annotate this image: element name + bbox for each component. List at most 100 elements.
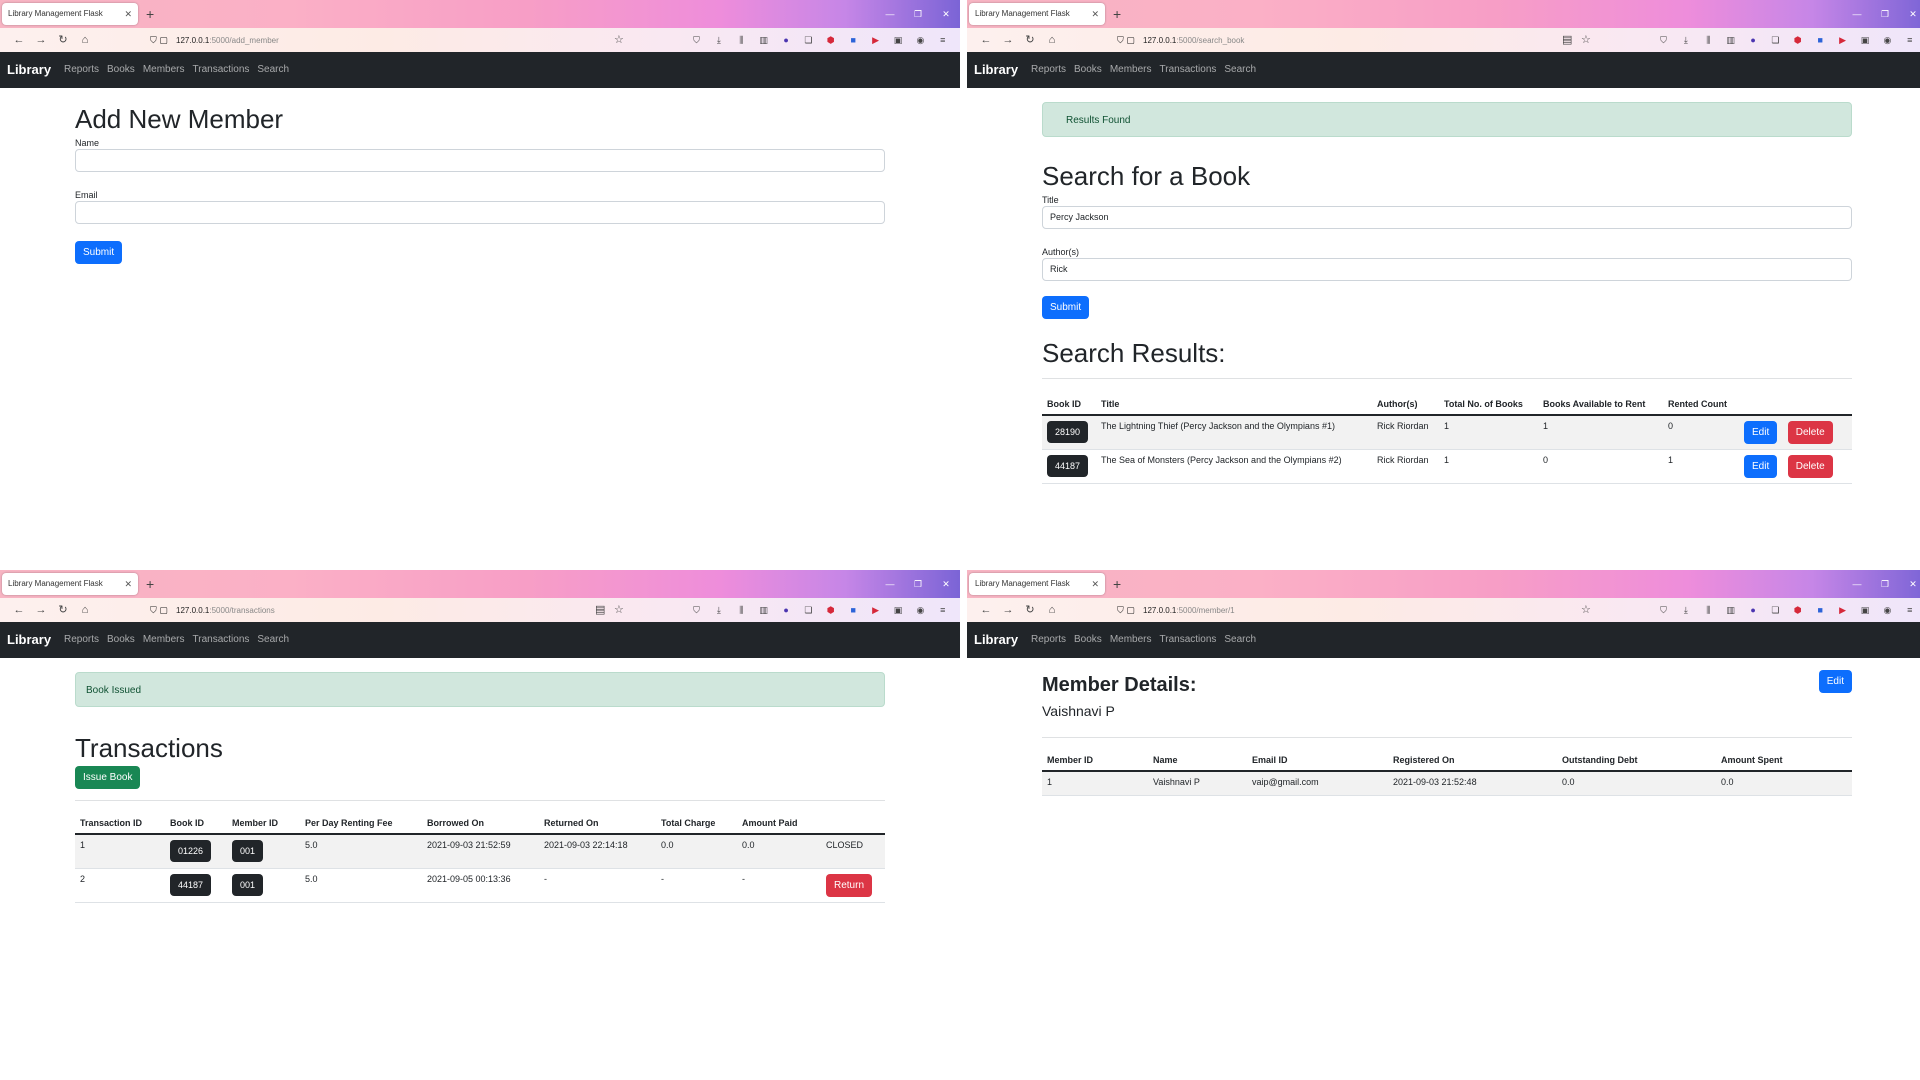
close-tab-icon[interactable]: ✕ [1091, 3, 1099, 25]
home-icon[interactable]: ⌂ [1041, 598, 1063, 622]
forward-arrow-icon[interactable]: → [997, 28, 1019, 52]
nav-reports[interactable]: Reports [1031, 622, 1066, 658]
address-bar[interactable]: ⛉ ▢ 127.0.0.1:5000/member/1 [1117, 598, 1235, 623]
download-icon[interactable]: ⤓ [1675, 35, 1697, 46]
menu-icon[interactable]: ≡ [1899, 605, 1920, 615]
nav-members[interactable]: Members [143, 52, 185, 88]
delete-button[interactable]: Delete [1787, 421, 1833, 444]
brand-link[interactable]: Library [7, 622, 51, 658]
menu-icon[interactable]: ≡ [932, 605, 954, 615]
profile-icon[interactable]: ◉ [909, 35, 931, 46]
submit-button[interactable]: Submit [75, 241, 123, 264]
library-icon[interactable]: ⫼ [730, 35, 752, 46]
submit-button[interactable]: Submit [1042, 296, 1090, 319]
close-tab-icon[interactable]: ✕ [124, 3, 132, 25]
back-arrow-icon[interactable]: ← [975, 28, 997, 52]
vpn-icon[interactable]: ● [1742, 35, 1764, 45]
nav-members[interactable]: Members [1110, 622, 1152, 658]
bookmark-star-icon[interactable]: ☆ [1581, 28, 1591, 52]
screenshot-icon[interactable]: ❏ [1764, 605, 1786, 616]
nav-search[interactable]: Search [257, 622, 289, 658]
youtube-icon[interactable]: ▶ [1831, 605, 1853, 616]
youtube-icon[interactable]: ▶ [864, 605, 886, 616]
nav-search[interactable]: Search [257, 52, 289, 88]
nav-members[interactable]: Members [143, 622, 185, 658]
minimize-icon[interactable]: — [1843, 570, 1871, 598]
youtube-icon[interactable]: ▶ [1831, 35, 1853, 46]
restore-icon[interactable]: ❐ [904, 0, 932, 28]
reader-view-icon[interactable]: ▤ [1562, 28, 1572, 52]
address-bar[interactable]: ⛉ ▢ 127.0.0.1:5000/add_member [150, 28, 279, 53]
container-icon[interactable]: ▣ [1854, 35, 1876, 46]
reader-view-icon[interactable]: ▤ [595, 598, 605, 622]
nav-search[interactable]: Search [1224, 622, 1256, 658]
browser-tab[interactable]: Library Management Flask ✕ [2, 573, 138, 595]
extension-icon[interactable]: ■ [842, 35, 864, 45]
adblock-icon[interactable]: ⬢ [820, 605, 842, 616]
container-icon[interactable]: ▣ [887, 605, 909, 616]
return-button[interactable]: Return [826, 873, 873, 897]
sidebar-icon[interactable]: ▥ [752, 605, 774, 616]
screenshot-icon[interactable]: ❏ [797, 35, 819, 46]
back-arrow-icon[interactable]: ← [8, 28, 30, 52]
library-icon[interactable]: ⫼ [1697, 35, 1719, 46]
back-arrow-icon[interactable]: ← [975, 598, 997, 622]
restore-icon[interactable]: ❐ [1871, 0, 1899, 28]
container-icon[interactable]: ▣ [1854, 605, 1876, 616]
extension-icon[interactable]: ■ [1809, 605, 1831, 615]
close-tab-icon[interactable]: ✕ [1091, 573, 1099, 595]
nav-transactions[interactable]: Transactions [193, 52, 250, 88]
title-input[interactable]: Percy Jackson [1042, 206, 1852, 229]
profile-icon[interactable]: ◉ [1876, 35, 1898, 46]
adblock-icon[interactable]: ⬢ [1787, 605, 1809, 616]
home-icon[interactable]: ⌂ [74, 598, 96, 622]
vpn-icon[interactable]: ● [775, 35, 797, 45]
reload-icon[interactable]: ↻ [1019, 598, 1041, 622]
reload-icon[interactable]: ↻ [52, 598, 74, 622]
reload-icon[interactable]: ↻ [52, 28, 74, 52]
download-icon[interactable]: ⤓ [1675, 605, 1697, 616]
nav-transactions[interactable]: Transactions [1160, 622, 1217, 658]
bookmark-star-icon[interactable]: ☆ [614, 598, 624, 622]
nav-books[interactable]: Books [107, 52, 135, 88]
download-icon[interactable]: ⤓ [708, 35, 730, 46]
edit-button[interactable]: Edit [1818, 670, 1852, 693]
close-window-icon[interactable]: ✕ [1899, 0, 1920, 28]
close-window-icon[interactable]: ✕ [932, 0, 960, 28]
close-tab-icon[interactable]: ✕ [124, 573, 132, 595]
forward-arrow-icon[interactable]: → [30, 28, 52, 52]
bookmark-star-icon[interactable]: ☆ [614, 28, 624, 52]
new-tab-icon[interactable]: + [146, 573, 154, 595]
container-icon[interactable]: ▣ [887, 35, 909, 46]
reload-icon[interactable]: ↻ [1019, 28, 1041, 52]
nav-books[interactable]: Books [1074, 622, 1102, 658]
library-icon[interactable]: ⫼ [1697, 605, 1719, 616]
youtube-icon[interactable]: ▶ [864, 35, 886, 46]
screenshot-icon[interactable]: ❏ [797, 605, 819, 616]
profile-icon[interactable]: ◉ [1876, 605, 1898, 616]
profile-icon[interactable]: ◉ [909, 605, 931, 616]
new-tab-icon[interactable]: + [146, 3, 154, 25]
address-bar[interactable]: ⛉ ▢ 127.0.0.1:5000/search_book [1117, 28, 1244, 53]
minimize-icon[interactable]: — [876, 0, 904, 28]
nav-search[interactable]: Search [1224, 52, 1256, 88]
menu-icon[interactable]: ≡ [932, 35, 954, 45]
forward-arrow-icon[interactable]: → [30, 598, 52, 622]
address-bar[interactable]: ⛉ ▢ 127.0.0.1:5000/transactions [150, 598, 275, 623]
bookmark-star-icon[interactable]: ☆ [1581, 598, 1591, 622]
download-icon[interactable]: ⤓ [708, 605, 730, 616]
restore-icon[interactable]: ❐ [904, 570, 932, 598]
minimize-icon[interactable]: — [876, 570, 904, 598]
pocket-icon[interactable]: ⛉ [1652, 605, 1674, 616]
nav-books[interactable]: Books [1074, 52, 1102, 88]
close-window-icon[interactable]: ✕ [932, 570, 960, 598]
vpn-icon[interactable]: ● [775, 605, 797, 615]
brand-link[interactable]: Library [974, 52, 1018, 88]
browser-tab[interactable]: Library Management Flask ✕ [969, 3, 1105, 25]
vpn-icon[interactable]: ● [1742, 605, 1764, 615]
adblock-icon[interactable]: ⬢ [820, 35, 842, 46]
new-tab-icon[interactable]: + [1113, 573, 1121, 595]
nav-books[interactable]: Books [107, 622, 135, 658]
nav-members[interactable]: Members [1110, 52, 1152, 88]
issue-book-button[interactable]: Issue Book [75, 766, 141, 789]
